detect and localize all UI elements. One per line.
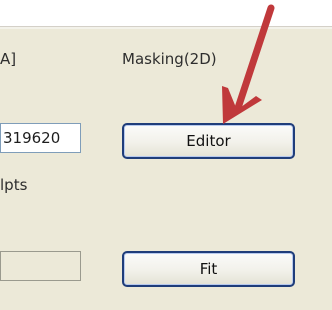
editor-button[interactable]: Editor — [122, 123, 295, 159]
value-field[interactable]: 319620 — [0, 123, 81, 153]
empty-field[interactable] — [0, 251, 81, 281]
panel-top-edge — [0, 27, 332, 29]
unit-label: A] — [0, 50, 17, 68]
fit-button[interactable]: Fit — [122, 251, 295, 287]
masking-2d-label: Masking(2D) — [122, 50, 217, 68]
points-label: lpts — [0, 176, 28, 194]
screenshot-stage: A] Masking(2D) 319620 Editor lpts Fit — [0, 0, 332, 310]
